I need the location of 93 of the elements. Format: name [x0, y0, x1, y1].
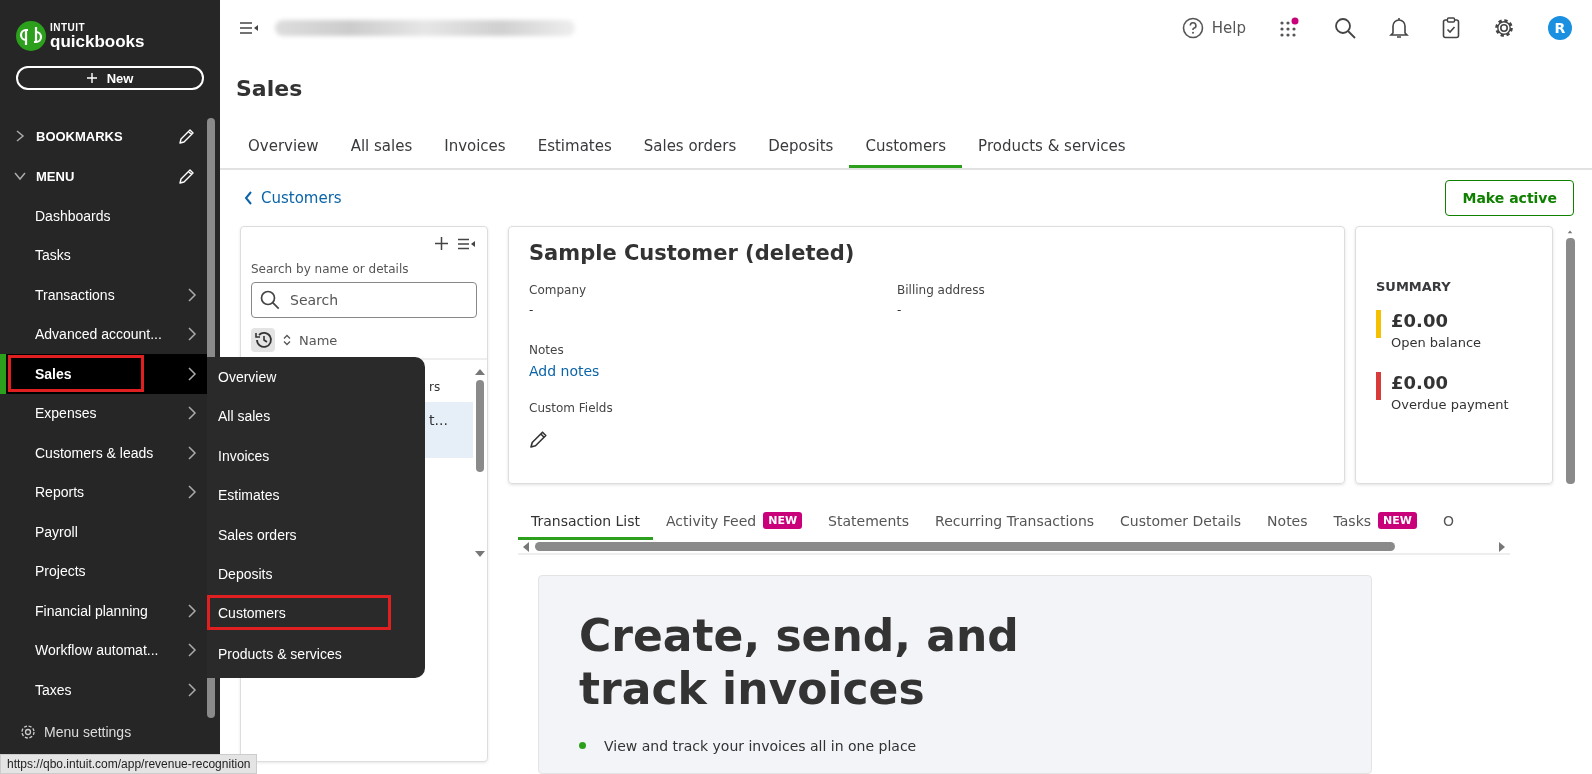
search-field[interactable]: Search — [251, 282, 477, 318]
tab[interactable]: All sales — [334, 126, 429, 168]
tab[interactable]: Customer Details — [1107, 504, 1255, 540]
gear-icon — [20, 724, 36, 740]
bullet-text: View and track your invoices all in one place — [604, 737, 917, 754]
nav-item[interactable]: Payroll — [0, 512, 207, 552]
logo-icon — [16, 21, 46, 51]
tab[interactable]: Statements — [815, 504, 923, 540]
promo-heading: Create, send, and track invoices — [579, 610, 1020, 716]
chevron-left-icon — [244, 191, 253, 205]
scroll-left-icon[interactable] — [522, 541, 530, 552]
tab[interactable]: O — [1429, 504, 1467, 540]
custom-fields-label: Custom Fields — [529, 401, 613, 415]
nav-item[interactable]: Reports — [0, 472, 207, 512]
pencil-icon[interactable] — [529, 429, 549, 449]
brand-top-text: INTUIT — [50, 22, 87, 33]
menu-item[interactable]: Customers — [207, 595, 391, 630]
tab[interactable]: Customers — [849, 126, 963, 168]
nav-item[interactable]: Transactions — [0, 275, 207, 315]
plus-icon[interactable] — [435, 237, 448, 250]
summary-title: SUMMARY — [1376, 279, 1452, 294]
nav-item[interactable]: Projects — [0, 551, 207, 591]
search-icon[interactable] — [1334, 17, 1356, 39]
page-title: Sales — [236, 76, 304, 103]
nav-item[interactable]: Tasks — [0, 235, 207, 275]
tab[interactable]: Notes — [1254, 504, 1321, 540]
nav-item[interactable]: Workflow automat... — [0, 630, 207, 670]
pencil-icon[interactable] — [178, 167, 196, 185]
nav-item[interactable]: Advanced account... — [0, 314, 207, 354]
add-notes-link[interactable]: Add notes — [529, 363, 600, 379]
make-active-button[interactable]: Make active — [1445, 180, 1574, 216]
customer-name: Sample Customer (deleted) — [529, 241, 855, 265]
new-button[interactable]: New — [16, 66, 204, 90]
nav-item[interactable]: Expenses — [0, 393, 207, 433]
scroll-up-icon[interactable] — [1565, 230, 1575, 234]
history-icon[interactable] — [251, 328, 275, 352]
notes-label: Notes — [529, 343, 564, 357]
tab[interactable]: Estimates — [521, 126, 628, 168]
sort-icon[interactable] — [283, 334, 291, 346]
menu-item[interactable]: Overview — [207, 357, 391, 397]
tab[interactable]: Products & services — [962, 126, 1142, 168]
nav-item[interactable]: Customers & leads — [0, 433, 207, 473]
column-settings-icon[interactable] — [458, 237, 475, 250]
bell-icon[interactable] — [1389, 17, 1409, 39]
help-button[interactable]: Help — [1181, 17, 1246, 39]
menu-item[interactable]: All sales — [207, 396, 391, 436]
menu-settings-link[interactable]: Menu settings — [44, 724, 132, 740]
pencil-icon[interactable] — [178, 127, 196, 145]
field-label: Billing address — [897, 283, 986, 297]
nav-item[interactable]: Taxes — [0, 670, 207, 710]
back-link[interactable]: Customers — [244, 189, 342, 207]
section-heading[interactable]: MENU — [36, 168, 178, 184]
column-header[interactable]: Name — [299, 332, 338, 348]
field-value: - — [897, 303, 903, 317]
section-heading[interactable]: BOOKMARKS — [36, 128, 178, 144]
menu-item[interactable]: Invoices — [207, 436, 391, 476]
menu-item[interactable]: Products & services — [207, 634, 391, 674]
search-icon — [260, 290, 280, 310]
tab[interactable]: Tasks NEW — [1320, 504, 1430, 540]
tab[interactable]: Invoices — [428, 126, 522, 168]
scrollbar[interactable] — [518, 540, 1510, 555]
scroll-down-icon[interactable] — [475, 550, 485, 558]
tab[interactable]: Activity Feed NEW — [653, 504, 816, 540]
nav-item[interactable]: Financial planning — [0, 591, 207, 631]
nav-item[interactable]: Sales — [0, 354, 207, 394]
brand-text: quickbooks — [50, 32, 145, 50]
help-icon — [1181, 17, 1204, 39]
summary-amount: £0.00 — [1391, 310, 1449, 331]
chevron-icon[interactable] — [14, 130, 26, 142]
menu-item[interactable]: Sales orders — [207, 515, 391, 555]
clipboard-check-icon[interactable] — [1442, 17, 1460, 39]
summary-label: Open balance — [1391, 335, 1482, 350]
plus-icon — [86, 73, 97, 83]
field-value: - — [529, 303, 535, 317]
tab[interactable]: Recurring Transactions — [922, 504, 1108, 540]
tab[interactable]: Sales orders — [627, 126, 753, 168]
url-tooltip: https://qbo.intuit.com/app/revenue-recognition — [0, 754, 258, 774]
field-label: Company — [529, 283, 588, 297]
apps-grid-icon[interactable] — [1279, 17, 1301, 39]
menu-item[interactable]: Estimates — [207, 475, 391, 515]
search-label: Search by name or details — [251, 262, 410, 276]
scroll-right-icon[interactable] — [1498, 541, 1506, 552]
summary-label: Overdue payment — [1391, 397, 1509, 412]
menu-icon[interactable] — [239, 21, 259, 35]
settings-icon[interactable] — [1493, 17, 1515, 39]
nav-item[interactable]: Dashboards — [0, 196, 207, 236]
bullet-icon — [579, 742, 586, 750]
menu-item[interactable]: Deposits — [207, 554, 391, 594]
scroll-up-icon[interactable] — [475, 368, 485, 376]
tab[interactable]: Deposits — [752, 126, 850, 168]
summary-amount: £0.00 — [1391, 372, 1449, 393]
tab[interactable]: Overview — [232, 126, 335, 168]
chevron-icon[interactable] — [14, 170, 26, 182]
